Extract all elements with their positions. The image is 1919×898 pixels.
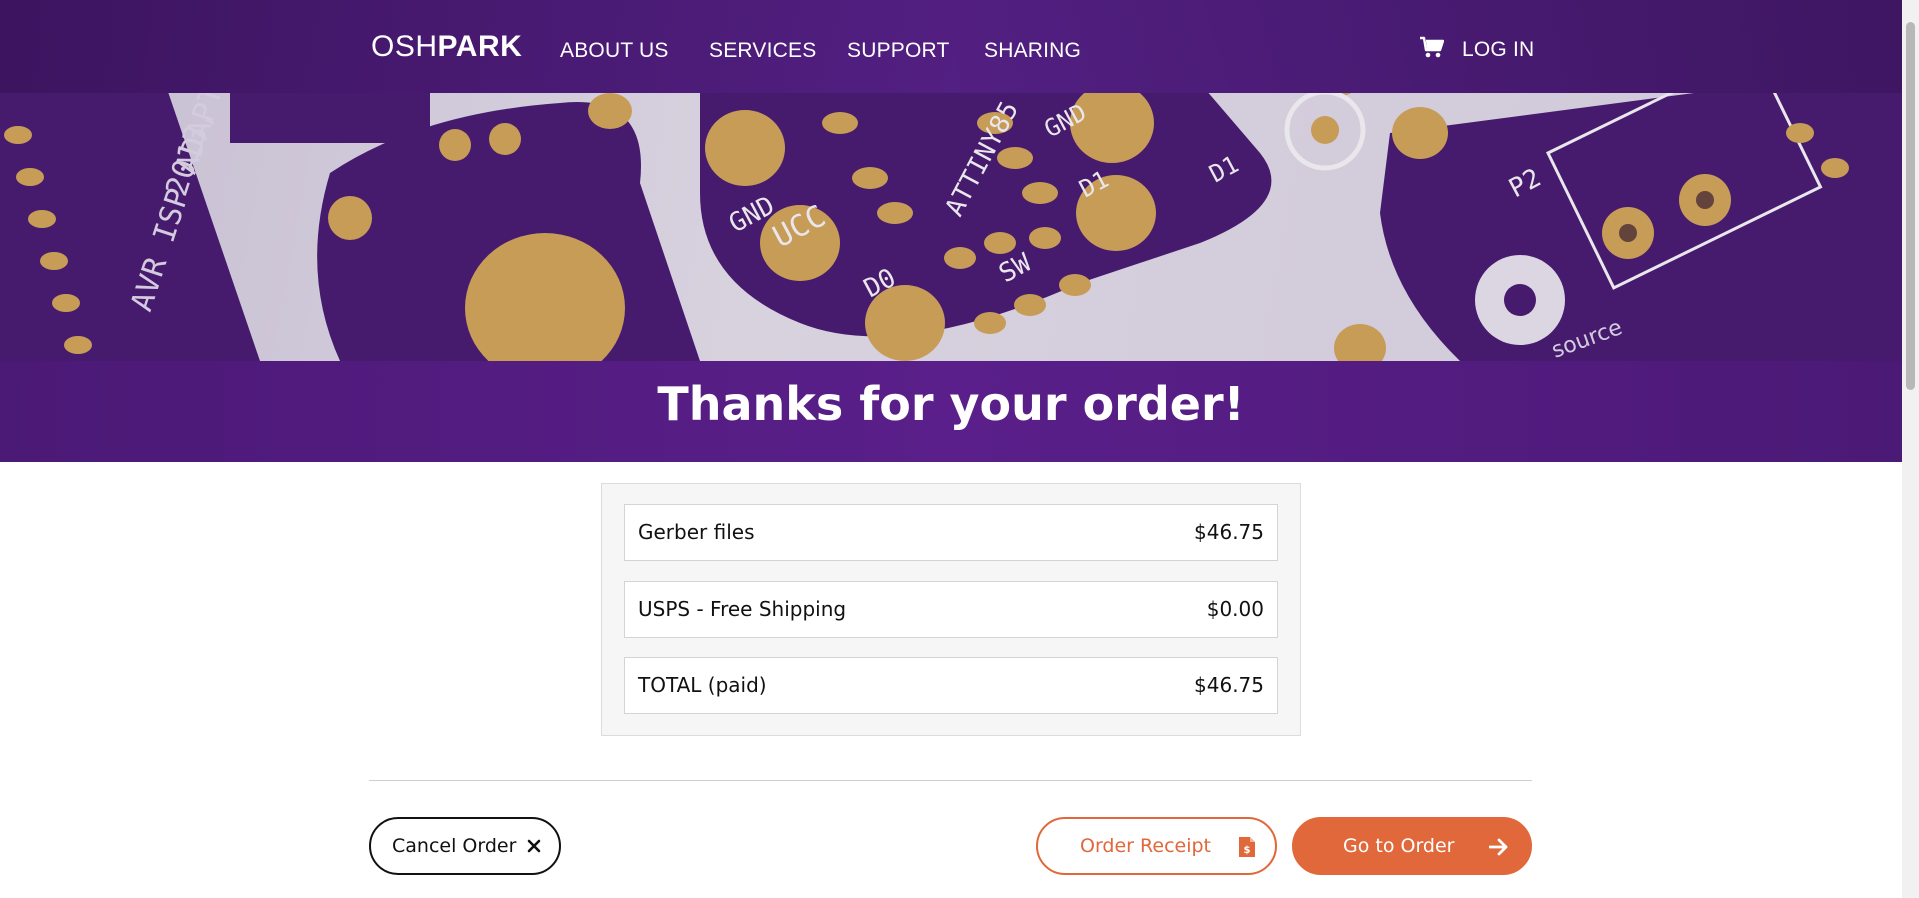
row-value: $0.00 xyxy=(1206,597,1264,621)
login-link[interactable]: LOG IN xyxy=(1462,38,1534,62)
page-scrollbar[interactable] xyxy=(1902,0,1919,898)
top-navbar: OSHPARK ABOUT US SERVICES SUPPORT SHARIN… xyxy=(0,0,1902,93)
summary-row-total: TOTAL (paid) $46.75 xyxy=(624,657,1278,714)
arrow-right-icon xyxy=(1489,838,1508,856)
cancel-order-label: Cancel Order xyxy=(392,835,517,857)
nav-support[interactable]: SUPPORT xyxy=(847,39,950,63)
summary-row-gerber: Gerber files $46.75 xyxy=(624,504,1278,561)
summary-row-shipping: USPS - Free Shipping $0.00 xyxy=(624,581,1278,638)
row-label: TOTAL (paid) xyxy=(638,673,767,697)
order-receipt-button[interactable]: Order Receipt $ xyxy=(1036,817,1277,875)
hero-header: AVR ISP ADAPTER 2013, xyxy=(0,0,1902,462)
scrollbar-thumb[interactable] xyxy=(1906,22,1915,390)
logo-text-osh: OSH xyxy=(371,30,438,63)
row-value: $46.75 xyxy=(1194,673,1264,697)
cancel-order-button[interactable]: Cancel Order xyxy=(369,817,561,875)
section-divider xyxy=(369,780,1532,781)
logo-text-park: PARK xyxy=(437,30,523,63)
page-title: Thanks for your order! xyxy=(657,377,1245,431)
shopping-cart-icon[interactable] xyxy=(1420,36,1444,58)
row-label: Gerber files xyxy=(638,520,755,544)
row-label: USPS - Free Shipping xyxy=(638,597,847,621)
invoice-icon: $ xyxy=(1239,837,1255,857)
nav-sharing[interactable]: SHARING xyxy=(984,39,1081,63)
nav-about-us[interactable]: ABOUT US xyxy=(560,39,669,63)
svg-text:$: $ xyxy=(1244,845,1251,856)
nav-services[interactable]: SERVICES xyxy=(709,39,816,63)
row-value: $46.75 xyxy=(1194,520,1264,544)
go-to-order-button[interactable]: Go to Order xyxy=(1292,817,1532,875)
go-to-order-label: Go to Order xyxy=(1343,835,1455,857)
pcb-illustration: AVR ISP ADAPTER 2013, xyxy=(0,93,1902,361)
order-receipt-label: Order Receipt xyxy=(1080,835,1211,857)
order-summary: Gerber files $46.75 USPS - Free Shipping… xyxy=(601,483,1301,736)
oshpark-logo[interactable]: OSHPARK xyxy=(371,30,522,64)
close-icon xyxy=(527,839,541,853)
pcb-hero-image: AVR ISP ADAPTER 2013, xyxy=(0,93,1902,361)
